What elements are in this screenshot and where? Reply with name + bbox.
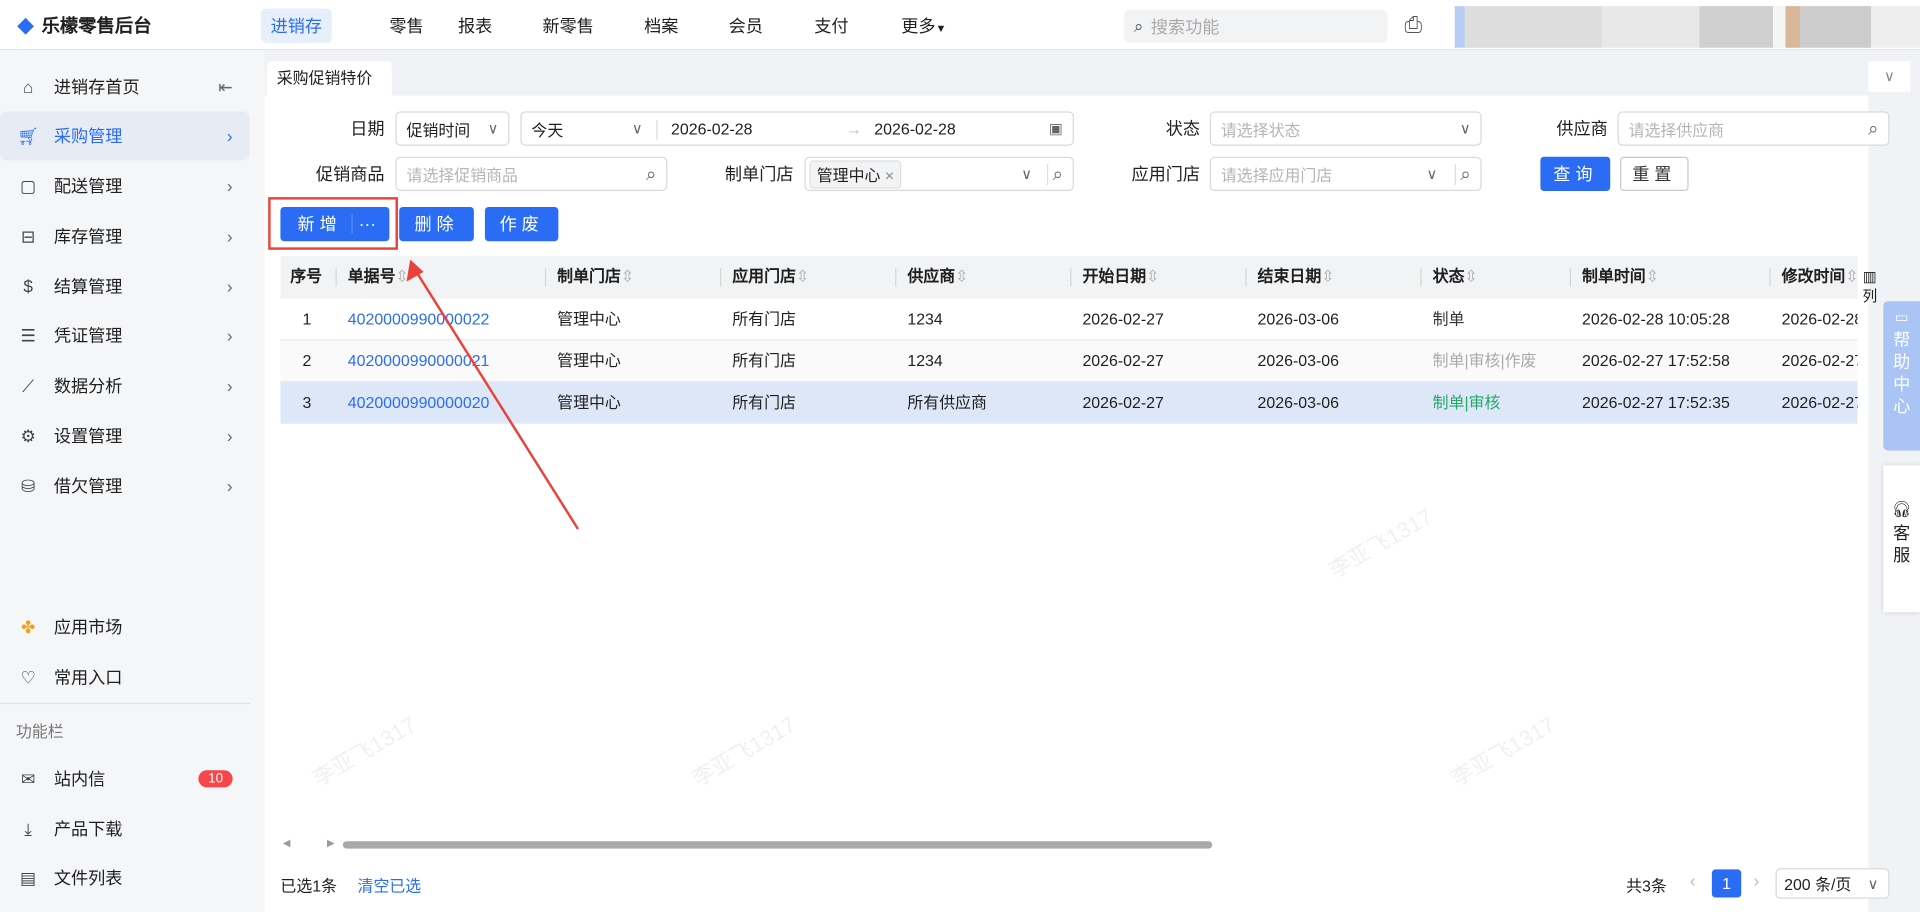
annotation-arrow bbox=[406, 259, 580, 530]
